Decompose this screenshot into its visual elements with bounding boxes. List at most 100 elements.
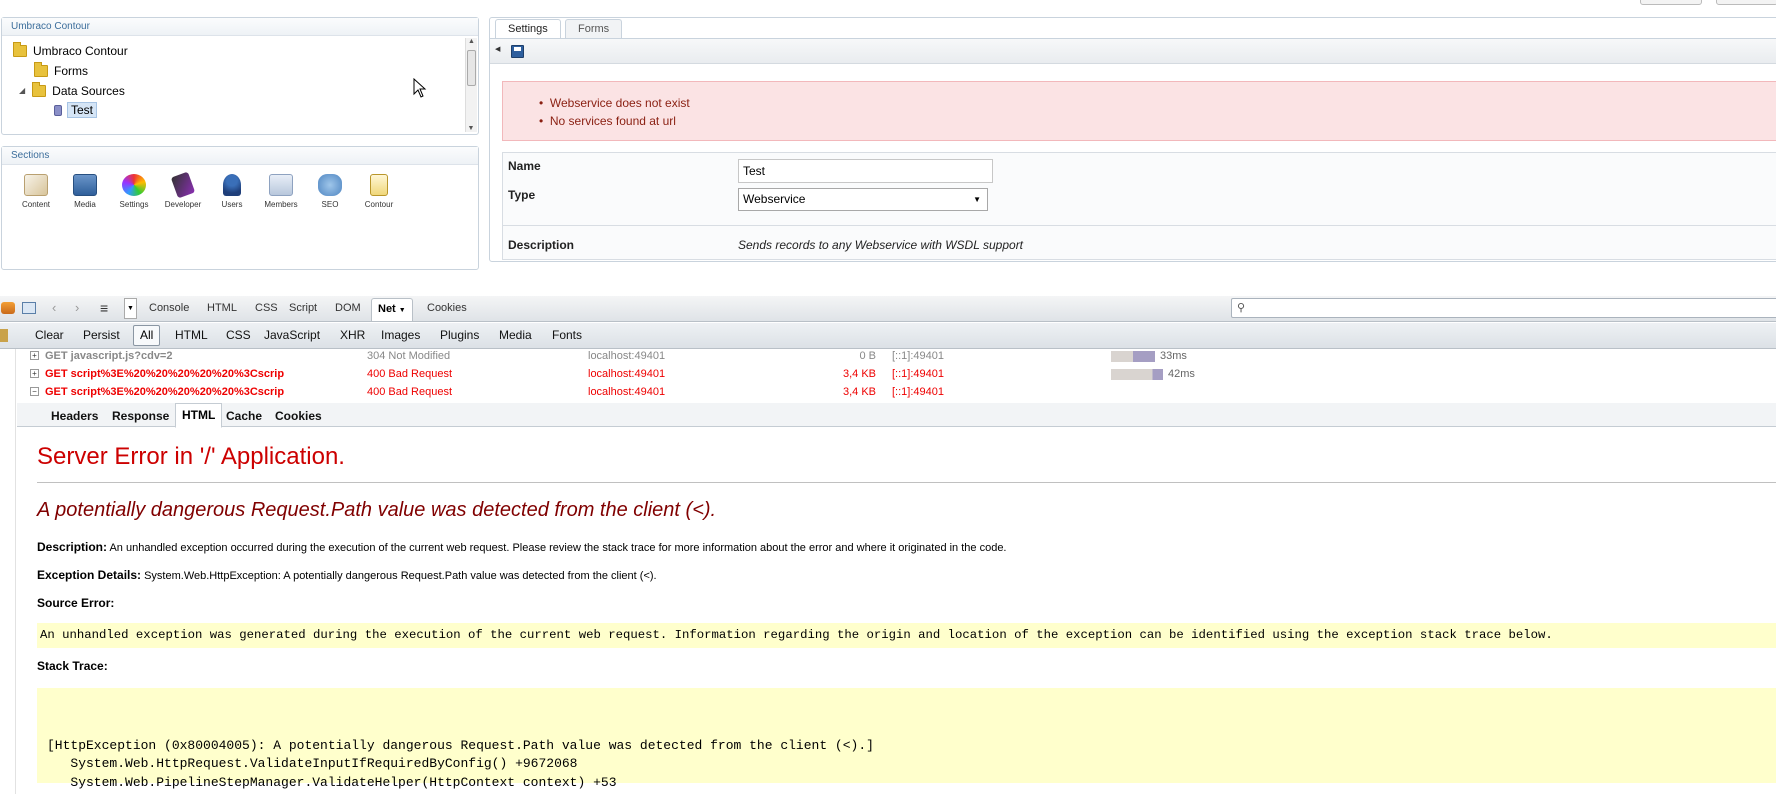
sections-panel: Sections Content Media Settings Develope… bbox=[1, 146, 479, 270]
persist-button[interactable]: Persist bbox=[83, 323, 120, 347]
subtab-response[interactable]: Response bbox=[112, 405, 169, 427]
tab-settings[interactable]: Settings bbox=[495, 19, 561, 38]
request-ip: [::1]:49401 bbox=[892, 368, 944, 380]
filter-images-button[interactable]: Images bbox=[381, 323, 420, 347]
tab-console[interactable]: Console bbox=[149, 296, 189, 320]
tab-net[interactable]: Net ▼ bbox=[371, 298, 413, 321]
tree-item-label: Umbraco Contour bbox=[33, 44, 128, 58]
section-contour[interactable]: Contour bbox=[357, 174, 401, 209]
editor-panel: Settings Forms ◀ • Webservice does not e… bbox=[489, 17, 1776, 262]
type-label: Type bbox=[508, 188, 536, 202]
filter-all-label: All bbox=[140, 328, 154, 342]
filter-plugins-button[interactable]: Plugins bbox=[440, 323, 479, 347]
scroll-up-icon[interactable]: ▲ bbox=[466, 38, 477, 48]
section-developer[interactable]: Developer bbox=[161, 171, 205, 209]
filter-html-button[interactable]: HTML bbox=[175, 323, 208, 347]
expand-toggle[interactable]: + bbox=[30, 351, 39, 360]
filter-fonts-button[interactable]: Fonts bbox=[552, 323, 582, 347]
tree-item-data-sources[interactable]: ◢ Data Sources bbox=[19, 82, 125, 100]
tree-scrollbar[interactable]: ▲ ▼ bbox=[465, 38, 477, 132]
tab-script[interactable]: Script bbox=[289, 296, 317, 320]
scroll-thumb[interactable] bbox=[467, 50, 476, 86]
tree-item-umbraco-contour[interactable]: Umbraco Contour bbox=[13, 42, 128, 60]
tab-net-label: Net bbox=[378, 303, 396, 315]
exception-label: Exception Details: bbox=[37, 568, 142, 582]
tree-item-label: Forms bbox=[54, 64, 88, 78]
section-label: SEO bbox=[321, 200, 339, 209]
users-icon bbox=[223, 174, 241, 196]
request-url: GET javascript.js?cdv=2 bbox=[45, 350, 173, 362]
dropdown-button[interactable]: ▼ bbox=[124, 298, 137, 319]
stack-line: System.Web.HttpRequest.ValidateInputIfRe… bbox=[47, 756, 578, 771]
section-label: Settings bbox=[119, 200, 149, 209]
filter-media-button[interactable]: Media bbox=[499, 323, 532, 347]
section-content[interactable]: Content bbox=[14, 174, 58, 209]
description-label: Description: bbox=[37, 540, 108, 554]
top-right-button-2[interactable] bbox=[1716, 0, 1776, 5]
subtab-cache[interactable]: Cache bbox=[226, 405, 262, 427]
section-media[interactable]: Media bbox=[63, 174, 107, 209]
mouse-cursor-icon bbox=[413, 78, 427, 98]
inspect-icon[interactable] bbox=[22, 302, 36, 314]
top-right-button-1[interactable] bbox=[1640, 0, 1702, 5]
subtab-headers[interactable]: Headers bbox=[51, 405, 98, 427]
save-icon[interactable] bbox=[511, 45, 524, 58]
tab-css[interactable]: CSS bbox=[255, 296, 278, 320]
section-members[interactable]: Members bbox=[259, 174, 303, 209]
tree-item-label: Test bbox=[67, 102, 98, 118]
forward-icon[interactable]: › bbox=[75, 300, 79, 315]
exception-text: System.Web.HttpException: A potentially … bbox=[144, 570, 657, 582]
collapse-toggle[interactable]: − bbox=[30, 387, 39, 396]
contour-icon bbox=[370, 174, 388, 196]
request-url: GET script%3E%20%20%20%20%20%3Cscrip bbox=[45, 368, 285, 380]
filter-css-button[interactable]: CSS bbox=[226, 323, 251, 347]
scroll-down-icon[interactable]: ▼ bbox=[466, 125, 476, 132]
type-select[interactable]: Webservice ▼ bbox=[738, 188, 988, 211]
section-users[interactable]: Users bbox=[210, 174, 254, 209]
section-seo[interactable]: SEO bbox=[308, 174, 352, 209]
source-error-label: Source Error: bbox=[37, 596, 115, 610]
expand-arrow-icon[interactable]: ◢ bbox=[19, 82, 25, 100]
chevron-down-icon: ▼ bbox=[973, 195, 981, 204]
section-settings[interactable]: Settings bbox=[112, 174, 156, 209]
filter-all-button[interactable]: All bbox=[133, 325, 161, 346]
subtab-html[interactable]: HTML bbox=[175, 403, 223, 428]
tab-html[interactable]: HTML bbox=[207, 296, 237, 320]
back-icon[interactable]: ‹ bbox=[52, 300, 56, 315]
request-row[interactable]: + GET script%3E%20%20%20%20%20%3Cscrip 4… bbox=[0, 365, 1776, 383]
settings-icon bbox=[122, 174, 146, 196]
filter-javascript-button[interactable]: JavaScript bbox=[264, 323, 320, 347]
filter-xhr-button[interactable]: XHR bbox=[340, 323, 365, 347]
properties-area: Name Type Webservice ▼ Description Sends… bbox=[502, 152, 1776, 260]
request-size: 3,4 KB bbox=[842, 386, 876, 398]
request-row[interactable]: + GET javascript.js?cdv=2 304 Not Modifi… bbox=[0, 347, 1776, 365]
name-input[interactable] bbox=[738, 159, 993, 183]
content-icon bbox=[24, 174, 48, 196]
datasource-icon bbox=[54, 104, 62, 116]
tree-item-forms[interactable]: Forms bbox=[34, 62, 88, 80]
request-time: 33ms bbox=[1160, 350, 1187, 362]
request-status: 400 Bad Request bbox=[367, 368, 453, 380]
toolbar-collapse-icon[interactable]: ◀ bbox=[495, 45, 500, 53]
section-label: Developer bbox=[164, 200, 202, 209]
tree-item-test[interactable]: Test bbox=[54, 101, 98, 119]
expand-toggle[interactable]: + bbox=[30, 369, 39, 378]
request-status: 304 Not Modified bbox=[367, 350, 451, 362]
folder-icon bbox=[34, 62, 48, 77]
subtab-cookies[interactable]: Cookies bbox=[275, 405, 322, 427]
request-ip: [::1]:49401 bbox=[892, 386, 944, 398]
stack-trace-heading: Stack Trace: bbox=[37, 659, 108, 673]
clear-button[interactable]: Clear bbox=[35, 323, 64, 347]
source-error-box: An unhandled exception was generated dur… bbox=[37, 623, 1776, 648]
request-row-expanded[interactable]: − GET script%3E%20%20%20%20%20%3Cscrip 4… bbox=[0, 383, 1776, 401]
section-label: Media bbox=[74, 200, 96, 209]
description-label: Description bbox=[508, 238, 575, 252]
timeline-bar bbox=[1111, 351, 1155, 362]
menu-icon[interactable]: ≡ bbox=[100, 300, 108, 316]
firebug-search-input[interactable]: ⚲ bbox=[1231, 298, 1776, 318]
tree-panel: Umbraco Contour Umbraco Contour Forms ◢ … bbox=[1, 17, 479, 135]
tab-cookies[interactable]: Cookies bbox=[427, 296, 467, 320]
tab-forms[interactable]: Forms bbox=[565, 19, 623, 38]
tab-dom[interactable]: DOM bbox=[335, 296, 361, 320]
firebug-icon[interactable] bbox=[1, 302, 15, 314]
